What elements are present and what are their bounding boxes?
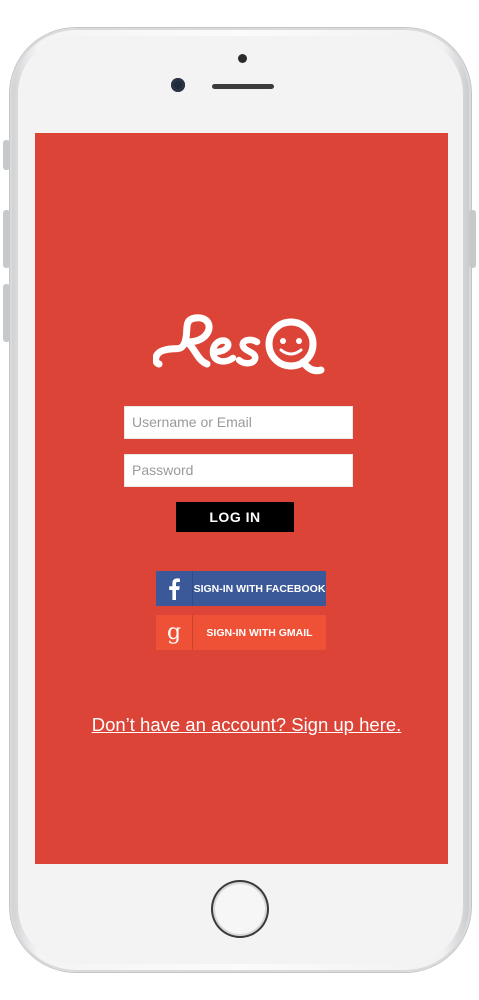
facebook-signin-label: SIGN-IN WITH FACEBOOK: [193, 582, 326, 595]
username-input[interactable]: Username or Email: [124, 406, 353, 439]
volume-up-button: [3, 210, 10, 268]
proximity-sensor: [238, 54, 247, 63]
password-input[interactable]: Password: [124, 454, 353, 487]
facebook-signin-button[interactable]: SIGN-IN WITH FACEBOOK: [156, 571, 326, 606]
facebook-icon: [156, 571, 193, 606]
login-button[interactable]: LOG IN: [176, 502, 294, 532]
app-screen: [35, 133, 448, 864]
volume-down-button: [3, 284, 10, 342]
signup-link[interactable]: Don’t have an account? Sign up here.: [40, 714, 453, 736]
password-placeholder: Password: [132, 462, 194, 478]
username-placeholder: Username or Email: [132, 414, 252, 430]
resq-logo: [152, 312, 325, 378]
mute-switch: [3, 140, 10, 170]
power-button: [469, 210, 476, 268]
gmail-signin-label: SIGN-IN WITH GMAIL: [206, 626, 313, 639]
google-icon: g: [156, 615, 193, 650]
gmail-signin-button[interactable]: g SIGN-IN WITH GMAIL: [156, 615, 326, 650]
front-camera: [171, 78, 185, 92]
earpiece-speaker: [212, 84, 274, 89]
home-button: [211, 880, 269, 938]
